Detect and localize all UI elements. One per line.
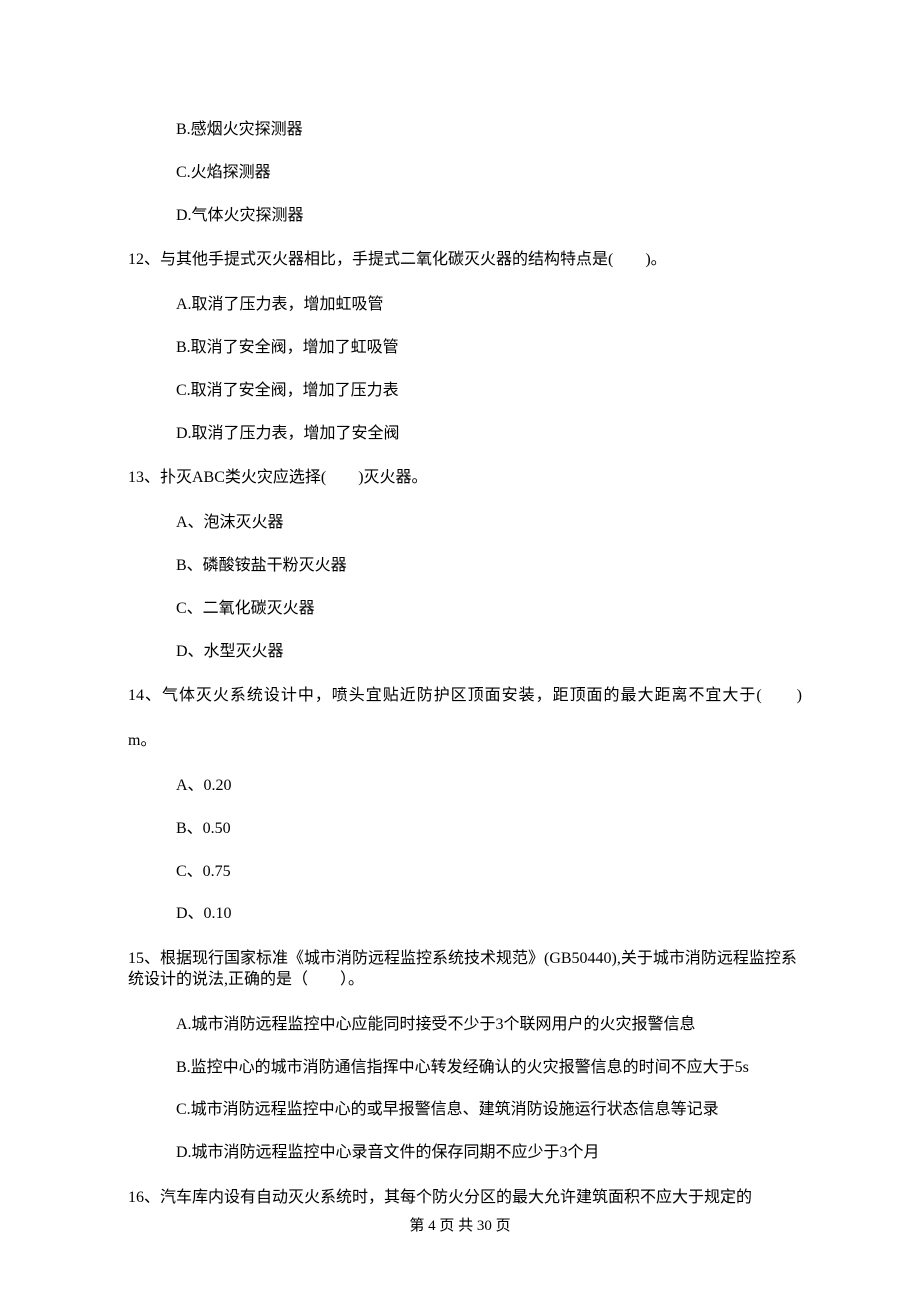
q16-text: 16、汽车库内设有自动灭火系统时，其每个防火分区的最大允许建筑面积不应大于规定的 (128, 1188, 802, 1209)
q13-option-a: A、泡沫灭火器 (128, 513, 802, 534)
q14-text-line2: m。 (128, 731, 802, 752)
q12-option-c: C.取消了安全阀，增加了压力表 (128, 381, 802, 402)
q12-option-d: D.取消了压力表，增加了安全阀 (128, 424, 802, 445)
q15-option-d: D.城市消防远程监控中心录音文件的保存同期不应少于3个月 (128, 1143, 802, 1164)
q15-option-c: C.城市消防远程监控中心的或早报警信息、建筑消防设施运行状态信息等记录 (128, 1100, 802, 1121)
q14-option-d: D、0.10 (128, 904, 802, 925)
q12-option-b: B.取消了安全阀，增加了虹吸管 (128, 338, 802, 359)
q14-text-line1: 14、气体灭火系统设计中，喷头宜贴近防护区顶面安装，距顶面的最大距离不宜大于( … (128, 686, 802, 707)
q12-text: 12、与其他手提式灭火器相比，手提式二氧化碳灭火器的结构特点是( )。 (128, 250, 802, 271)
q14-option-c: C、0.75 (128, 862, 802, 883)
q15-option-b: B.监控中心的城市消防通信指挥中心转发经确认的火灾报警信息的时间不应大于5s (128, 1058, 802, 1079)
q11-option-d: D.气体火灾探测器 (128, 206, 802, 227)
q15-text: 15、根据现行国家标准《城市消防远程监控系统技术规范》(GB50440),关于城… (128, 949, 802, 991)
q13-option-b: B、磷酸铵盐干粉灭火器 (128, 556, 802, 577)
q15-option-a: A.城市消防远程监控中心应能同时接受不少于3个联网用户的火灾报警信息 (128, 1015, 802, 1036)
q12-option-a: A.取消了压力表，增加虹吸管 (128, 295, 802, 316)
q14-option-b: B、0.50 (128, 819, 802, 840)
q14-option-a: A、0.20 (128, 776, 802, 797)
q13-option-c: C、二氧化碳灭火器 (128, 599, 802, 620)
q13-text: 13、扑灭ABC类火灾应选择( )灭火器。 (128, 468, 802, 489)
q11-option-c: C.火焰探测器 (128, 163, 802, 184)
page-footer: 第 4 页 共 30 页 (0, 1217, 920, 1237)
q13-option-d: D、水型灭火器 (128, 642, 802, 663)
q11-option-b: B.感烟火灾探测器 (128, 120, 802, 141)
